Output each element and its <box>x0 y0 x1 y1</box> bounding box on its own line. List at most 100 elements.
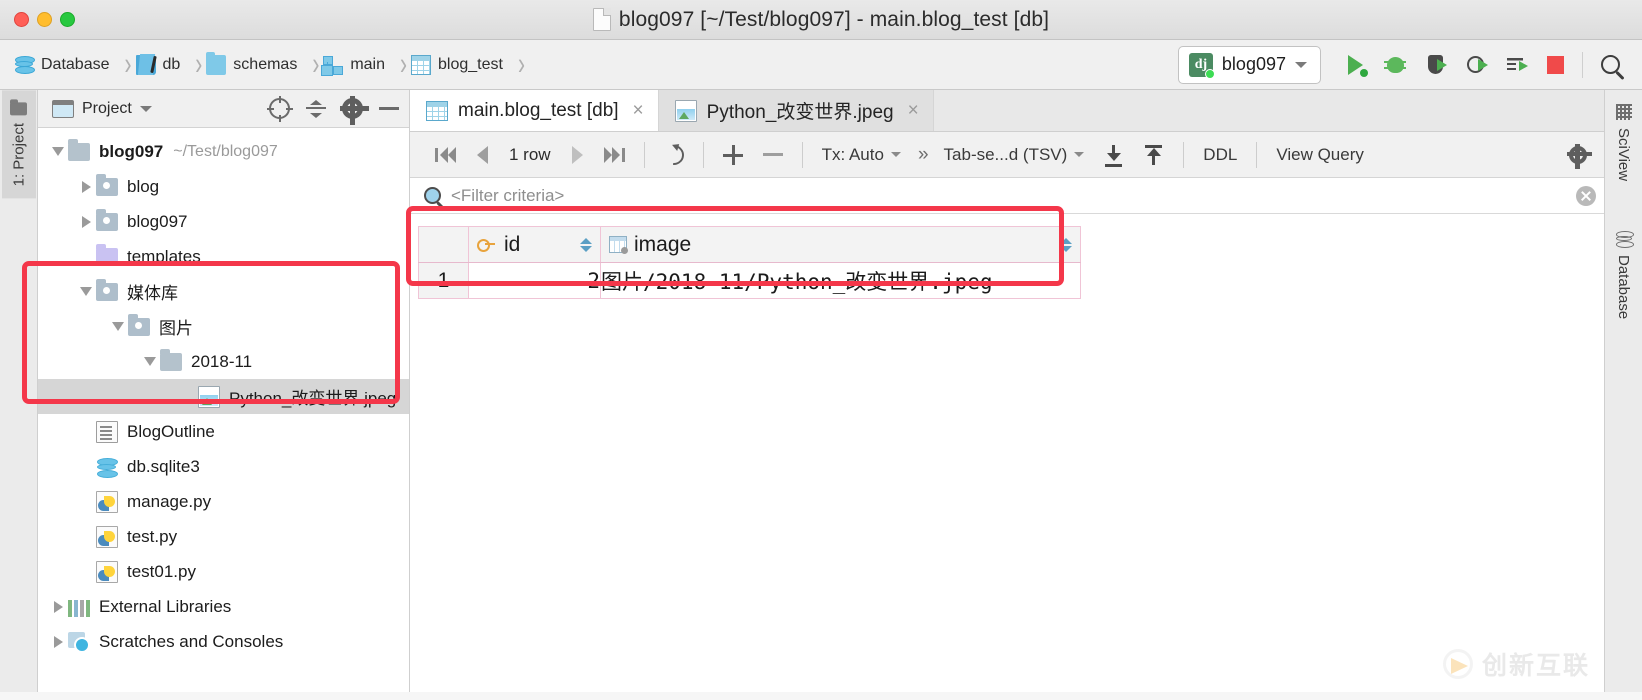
project-panel-title: Project <box>82 99 132 117</box>
gear-icon[interactable] <box>340 96 369 125</box>
chevron-right-icon[interactable] <box>48 601 68 613</box>
sidebar-item-project[interactable]: 1: Project <box>1 90 36 199</box>
sort-arrows-icon[interactable] <box>1060 237 1072 253</box>
tree-node-media-library[interactable]: 媒体库 <box>38 274 409 309</box>
filter-input[interactable]: <Filter criteria> <box>451 186 564 206</box>
tree-node-label: 媒体库 <box>127 284 178 303</box>
cx-logo-icon <box>1442 649 1473 679</box>
transaction-mode-selector[interactable]: Tx: Auto <box>813 138 910 172</box>
sidebar-item-sciview[interactable]: SciView <box>1615 96 1632 189</box>
chevron-right-icon[interactable] <box>76 181 96 193</box>
breadcrumb-item-main[interactable]: main › <box>323 47 411 81</box>
tree-node-external-libraries[interactable]: External Libraries <box>38 589 409 624</box>
tree-node-python-image-file[interactable]: Python_改变世界.jpeg <box>38 379 409 414</box>
last-page-button[interactable] <box>594 138 634 172</box>
previous-page-button[interactable] <box>468 138 497 172</box>
export-data-button[interactable] <box>1095 138 1133 172</box>
grid-settings-button[interactable] <box>1560 138 1596 172</box>
search-everywhere-button[interactable] <box>1590 47 1630 83</box>
breadcrumb-item-database[interactable]: Database › <box>14 47 136 81</box>
zoom-window-button[interactable] <box>60 12 75 27</box>
tab-main-blog-test[interactable]: main.blog_test [db] × <box>410 90 659 131</box>
tree-node-manage-py[interactable]: manage.py <box>38 484 409 519</box>
breadcrumb-separator: › <box>124 46 132 82</box>
tree-node-blog097[interactable]: blog097 <box>38 204 409 239</box>
database-icon <box>14 55 35 75</box>
chevron-down-icon[interactable] <box>140 357 160 366</box>
close-icon[interactable]: × <box>633 100 644 122</box>
chevron-right-icon[interactable] <box>76 216 96 228</box>
id-cell[interactable]: 2 <box>468 262 601 299</box>
tree-node-test01-py[interactable]: test01.py <box>38 554 409 589</box>
close-window-button[interactable] <box>14 12 29 27</box>
project-tool-window: Project blog097 ~/Test/blog097 blog blog… <box>38 90 410 692</box>
next-page-button[interactable] <box>563 138 592 172</box>
tree-node-scratches-and-consoles[interactable]: Scratches and Consoles <box>38 624 409 659</box>
first-page-button[interactable] <box>426 138 466 172</box>
hide-panel-button[interactable] <box>379 107 399 110</box>
filter-bar[interactable]: <Filter criteria> <box>410 178 1604 214</box>
last-page-icon <box>603 146 625 163</box>
minimize-window-button[interactable] <box>37 12 52 27</box>
chevron-down-icon[interactable] <box>76 287 96 296</box>
sort-arrows-icon[interactable] <box>580 237 592 253</box>
id-column-header[interactable]: id <box>468 226 601 263</box>
first-page-icon <box>435 146 457 163</box>
tree-node-templates[interactable]: templates <box>38 239 409 274</box>
ddl-button[interactable]: DDL <box>1194 138 1246 172</box>
project-tree[interactable]: blog097 ~/Test/blog097 blog blog097 temp… <box>38 128 409 692</box>
image-cell[interactable]: 图片/2018-11/Python_改变世界.jpeg <box>600 262 1081 299</box>
run-configuration-selector[interactable]: blog097 <box>1177 45 1321 84</box>
profile-button[interactable] <box>1455 47 1495 83</box>
toolbar-overflow-button[interactable]: » <box>912 144 933 166</box>
download-icon <box>1104 144 1124 167</box>
data-grid[interactable]: id image 1 2 图片/2018-11/Python_改变世界.jpeg <box>418 226 1081 299</box>
breadcrumb-item-db[interactable]: db › <box>135 47 207 81</box>
reload-button[interactable] <box>655 138 693 172</box>
close-icon[interactable]: × <box>908 100 919 122</box>
plus-icon <box>722 144 743 165</box>
stop-button[interactable] <box>1535 47 1575 83</box>
collapse-all-button[interactable] <box>306 99 326 118</box>
add-row-button[interactable] <box>714 138 752 172</box>
column-header-label: id <box>504 232 521 256</box>
select-opened-file-button[interactable] <box>269 98 290 119</box>
chevron-down-icon[interactable] <box>108 322 128 331</box>
breadcrumb-item-schemas[interactable]: schemas › <box>206 47 323 81</box>
sidebar-item-database[interactable]: Database <box>1615 223 1634 327</box>
schema-icon <box>323 55 344 75</box>
window-controls[interactable] <box>0 12 75 27</box>
image-column-header[interactable]: image <box>600 226 1081 263</box>
sqlite-book-icon <box>135 54 156 75</box>
image-file-icon <box>198 385 220 408</box>
tree-node-2018-11[interactable]: 2018-11 <box>38 344 409 379</box>
delete-row-button[interactable] <box>754 138 792 172</box>
tree-node-db-sqlite3[interactable]: db.sqlite3 <box>38 449 409 484</box>
breadcrumb-item-blog-test[interactable]: blog_test › <box>411 47 529 81</box>
folder-icon <box>10 102 27 115</box>
breadcrumb-separator: › <box>195 46 203 82</box>
tree-node-images[interactable]: 图片 <box>38 309 409 344</box>
table-row[interactable]: 1 2 图片/2018-11/Python_改变世界.jpeg <box>418 262 1081 299</box>
run-button[interactable] <box>1335 47 1375 83</box>
tree-node-blogoutline[interactable]: BlogOutline <box>38 414 409 449</box>
chevron-down-icon[interactable] <box>48 147 68 156</box>
output-format-selector[interactable]: Tab-se...d (TSV) <box>935 138 1094 172</box>
tree-node-label: 图片 <box>159 319 193 338</box>
toolbar-divider <box>801 141 803 168</box>
tree-node-label: manage.py <box>127 491 212 511</box>
tab-python-image[interactable]: Python_改变世界.jpeg × <box>658 90 934 131</box>
chevron-down-icon[interactable] <box>139 105 152 112</box>
tree-node-blog[interactable]: blog <box>38 169 409 204</box>
stop-square-icon <box>1546 55 1564 74</box>
window-title-container: blog097 [~/Test/blog097] - main.blog_tes… <box>0 8 1642 32</box>
close-icon[interactable] <box>1576 185 1596 206</box>
tree-node-blog097-root[interactable]: blog097 ~/Test/blog097 <box>38 134 409 169</box>
tree-node-test-py[interactable]: test.py <box>38 519 409 554</box>
chevron-right-icon[interactable] <box>48 636 68 648</box>
run-coverage-button[interactable] <box>1415 47 1455 83</box>
import-data-button[interactable] <box>1135 138 1173 172</box>
debug-button[interactable] <box>1375 47 1415 83</box>
view-query-button[interactable]: View Query <box>1267 138 1373 172</box>
run-manage-task-button[interactable] <box>1495 47 1535 83</box>
